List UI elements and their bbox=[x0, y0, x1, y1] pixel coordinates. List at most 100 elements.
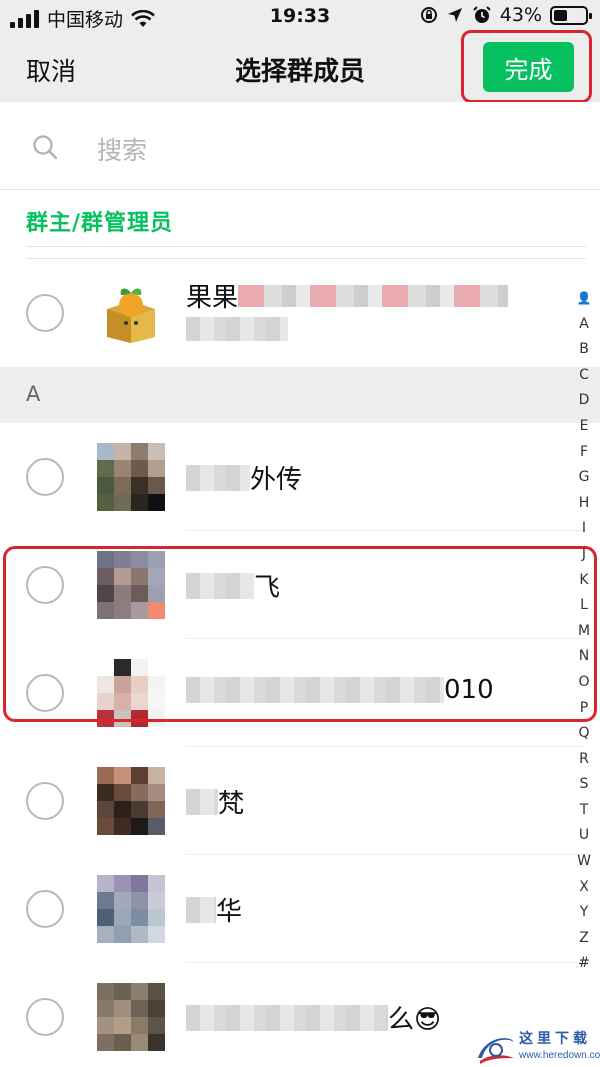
watermark-text: 这里下载 bbox=[519, 1031, 591, 1047]
index-letter[interactable]: Y bbox=[570, 900, 598, 926]
mosaic-tile bbox=[114, 494, 131, 511]
blurred-text bbox=[186, 1004, 388, 1031]
mosaic-tile bbox=[131, 767, 148, 784]
index-letter[interactable]: M bbox=[570, 619, 598, 645]
index-letter[interactable]: R bbox=[570, 747, 598, 773]
mosaic-tile bbox=[97, 784, 114, 801]
mosaic-tile bbox=[131, 477, 148, 494]
mosaic-tile bbox=[97, 892, 114, 909]
select-radio[interactable] bbox=[26, 890, 64, 928]
index-letter[interactable]: F bbox=[570, 440, 598, 466]
mosaic-tile bbox=[97, 801, 114, 818]
mosaic-tile bbox=[131, 926, 148, 943]
index-letter[interactable]: H bbox=[570, 491, 598, 517]
mosaic-tile bbox=[114, 875, 131, 892]
index-letter[interactable]: K bbox=[570, 568, 598, 594]
index-letter[interactable]: I bbox=[570, 516, 598, 542]
mosaic-tile bbox=[131, 460, 148, 477]
index-letter[interactable]: A bbox=[570, 312, 598, 338]
member-name-text: 梵 bbox=[218, 789, 245, 819]
member-name: 梵 bbox=[186, 783, 244, 820]
mosaic-tile bbox=[131, 875, 148, 892]
mosaic-tile bbox=[97, 477, 114, 494]
select-radio[interactable] bbox=[26, 782, 64, 820]
index-letter[interactable]: D bbox=[570, 388, 598, 414]
index-letter[interactable]: B bbox=[570, 337, 598, 363]
mosaic-tile bbox=[148, 983, 165, 1000]
mosaic-tile bbox=[131, 1034, 148, 1051]
status-right: 43% bbox=[420, 4, 592, 26]
mosaic-tile bbox=[131, 443, 148, 460]
select-radio[interactable] bbox=[26, 998, 64, 1036]
index-letter[interactable]: O bbox=[570, 670, 598, 696]
index-letter[interactable]: U bbox=[570, 823, 598, 849]
mosaic-tile bbox=[114, 1000, 131, 1017]
blurred-text bbox=[186, 464, 250, 491]
mosaic-tile bbox=[114, 767, 131, 784]
index-letter[interactable]: L bbox=[570, 593, 598, 619]
index-letter[interactable]: N bbox=[570, 644, 598, 670]
mosaic-tile bbox=[114, 460, 131, 477]
mosaic-tile bbox=[148, 494, 165, 511]
mosaic-tile bbox=[148, 801, 165, 818]
member-name: 果果 bbox=[186, 277, 509, 314]
mosaic-tile bbox=[114, 1017, 131, 1034]
battery-level bbox=[554, 9, 567, 21]
mosaic-tile bbox=[131, 892, 148, 909]
done-button[interactable]: 完成 bbox=[483, 42, 574, 92]
section-letter: A bbox=[26, 382, 41, 406]
index-admin-icon[interactable]: 👤 bbox=[570, 286, 598, 312]
mosaic-tile bbox=[148, 909, 165, 926]
index-letter[interactable]: T bbox=[570, 798, 598, 824]
index-letter[interactable]: X bbox=[570, 875, 598, 901]
mosaic-tile bbox=[148, 460, 165, 477]
index-letter[interactable]: C bbox=[570, 363, 598, 389]
divider bbox=[26, 246, 586, 247]
mosaic-tile bbox=[114, 926, 131, 943]
mosaic-tile bbox=[131, 1000, 148, 1017]
alphabet-index-bar[interactable]: 👤 A B C D E F G H I J K L M N O P Q R S T U W X Y Z # bbox=[570, 286, 598, 977]
mosaic-tile bbox=[114, 784, 131, 801]
mosaic-tile bbox=[114, 801, 131, 818]
mosaic-tile bbox=[148, 892, 165, 909]
index-letter[interactable]: G bbox=[570, 465, 598, 491]
mosaic-tile bbox=[131, 909, 148, 926]
mosaic-tile bbox=[97, 1017, 114, 1034]
blurred-text bbox=[186, 896, 216, 923]
mosaic-tile bbox=[131, 494, 148, 511]
mosaic-tile bbox=[97, 818, 114, 835]
index-letter[interactable]: Q bbox=[570, 721, 598, 747]
mosaic-tile bbox=[148, 926, 165, 943]
select-radio[interactable] bbox=[26, 294, 64, 332]
index-letter[interactable]: E bbox=[570, 414, 598, 440]
watermark-url: www.heredown.com bbox=[519, 1050, 600, 1061]
member-name: 外传 bbox=[186, 459, 302, 496]
member-name-blurred bbox=[186, 317, 288, 341]
member-name-text: 外传 bbox=[250, 465, 303, 495]
orientation-lock-icon bbox=[420, 7, 437, 23]
mosaic-tile bbox=[97, 460, 114, 477]
index-letter[interactable]: Z bbox=[570, 926, 598, 952]
index-letter[interactable]: # bbox=[570, 951, 598, 977]
index-letter[interactable]: W bbox=[570, 849, 598, 875]
member-row[interactable]: 果果 bbox=[0, 259, 560, 367]
index-letter[interactable]: S bbox=[570, 772, 598, 798]
mosaic-tile bbox=[97, 909, 114, 926]
status-bar: 中国移动 19:33 43% bbox=[0, 0, 600, 34]
mosaic-tile bbox=[114, 443, 131, 460]
avatar bbox=[97, 443, 165, 511]
mosaic-tile bbox=[148, 818, 165, 835]
index-letter[interactable]: P bbox=[570, 696, 598, 722]
search-input[interactable]: 搜索 bbox=[97, 131, 147, 167]
member-name: 么😎 bbox=[186, 999, 441, 1036]
mosaic-tile bbox=[131, 818, 148, 835]
member-row[interactable]: 外传 bbox=[0, 423, 586, 531]
fruit-box-avatar-icon bbox=[107, 288, 155, 343]
avatar bbox=[97, 767, 165, 835]
index-letter[interactable]: J bbox=[570, 542, 598, 568]
search-bar[interactable]: 搜索 bbox=[0, 102, 600, 190]
member-row[interactable]: 梵 bbox=[0, 747, 586, 855]
select-radio[interactable] bbox=[26, 458, 64, 496]
member-name-text: 果果 bbox=[186, 283, 239, 313]
member-row[interactable]: 华 bbox=[0, 855, 586, 963]
